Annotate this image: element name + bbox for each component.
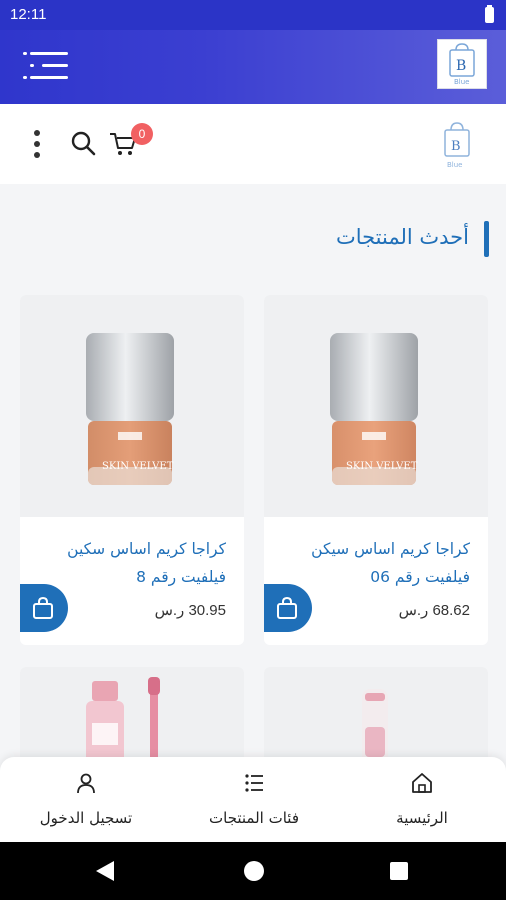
nav-home-label: الرئيسية	[396, 809, 448, 827]
nav-login-label: تسجيل الدخول	[39, 809, 133, 827]
product-card[interactable]: SKIN VELVET كراجا كريم اساس سكين فيلفيت …	[20, 295, 244, 645]
section-title: أحدث المنتجات	[335, 225, 469, 249]
svg-text:Blue: Blue	[454, 78, 470, 86]
app-bar: B Blue	[0, 30, 506, 104]
battery-icon	[485, 5, 494, 23]
more-dot	[34, 141, 40, 147]
menu-button[interactable]	[23, 50, 68, 82]
product-price: 30.95 ر.س	[154, 602, 226, 619]
status-bar: 12:11	[0, 0, 506, 30]
search-icon	[71, 131, 96, 156]
product-card[interactable]: SKIN VELVET كراجا كريم اساس سيكن فيلفيت …	[264, 295, 488, 645]
menu-icon	[23, 52, 68, 55]
system-navigation-bar	[0, 842, 506, 900]
recent-apps-icon[interactable]	[390, 862, 408, 880]
shopping-bag-icon	[33, 596, 53, 619]
svg-text:SKIN VELVET: SKIN VELVET	[346, 461, 418, 472]
home-circle-icon[interactable]	[244, 861, 264, 881]
svg-text:B: B	[451, 139, 461, 154]
user-icon	[77, 773, 95, 794]
product-name[interactable]: كراجا كريم اساس سكين فيلفيت رقم 8	[36, 535, 226, 591]
svg-text:Blue: Blue	[447, 161, 463, 169]
nav-login[interactable]: تسجيل الدخول	[2, 771, 170, 831]
add-to-cart-button[interactable]	[264, 584, 312, 632]
more-dot	[34, 130, 40, 136]
menu-icon-line	[30, 64, 68, 67]
home-icon	[412, 773, 432, 793]
section-accent-bar	[484, 221, 489, 257]
toolbar: 0 B Blue	[0, 104, 506, 184]
more-options-button[interactable]	[32, 128, 42, 162]
nav-categories[interactable]: فئات المنتجات	[170, 771, 338, 831]
menu-icon-line	[23, 76, 68, 79]
bottom-navigation: الرئيسية فئات المنتجات تسجيل الدخول	[0, 757, 506, 842]
more-dot	[34, 152, 40, 158]
foundation-jar-image: SKIN VELVET	[86, 333, 174, 485]
cart-count-badge: 0	[131, 123, 153, 145]
nav-home[interactable]: الرئيسية	[338, 771, 506, 831]
product-price: 68.62 ر.س	[398, 602, 470, 619]
nav-categories-label: فئات المنتجات	[209, 809, 299, 827]
product-image: SKIN VELVET	[20, 295, 244, 517]
product-name[interactable]: كراجا كريم اساس سيكن فيلفيت رقم 06	[280, 535, 470, 591]
brand-logo: B Blue	[442, 118, 472, 170]
brand-bag-icon: B Blue	[444, 122, 470, 169]
foundation-jar-image: SKIN VELVET	[330, 333, 418, 485]
list-icon	[245, 774, 263, 792]
status-time: 12:11	[10, 6, 47, 23]
product-image: SKIN VELVET	[264, 295, 488, 517]
svg-text:SKIN VELVET: SKIN VELVET	[102, 461, 174, 472]
add-to-cart-button[interactable]	[20, 584, 68, 632]
svg-text:B: B	[456, 58, 466, 74]
shopping-bag-icon	[277, 596, 297, 619]
app-logo[interactable]: B Blue	[437, 39, 487, 89]
search-button[interactable]	[70, 130, 98, 158]
back-icon[interactable]	[96, 861, 114, 881]
logo-bag-icon: B Blue	[449, 43, 475, 86]
